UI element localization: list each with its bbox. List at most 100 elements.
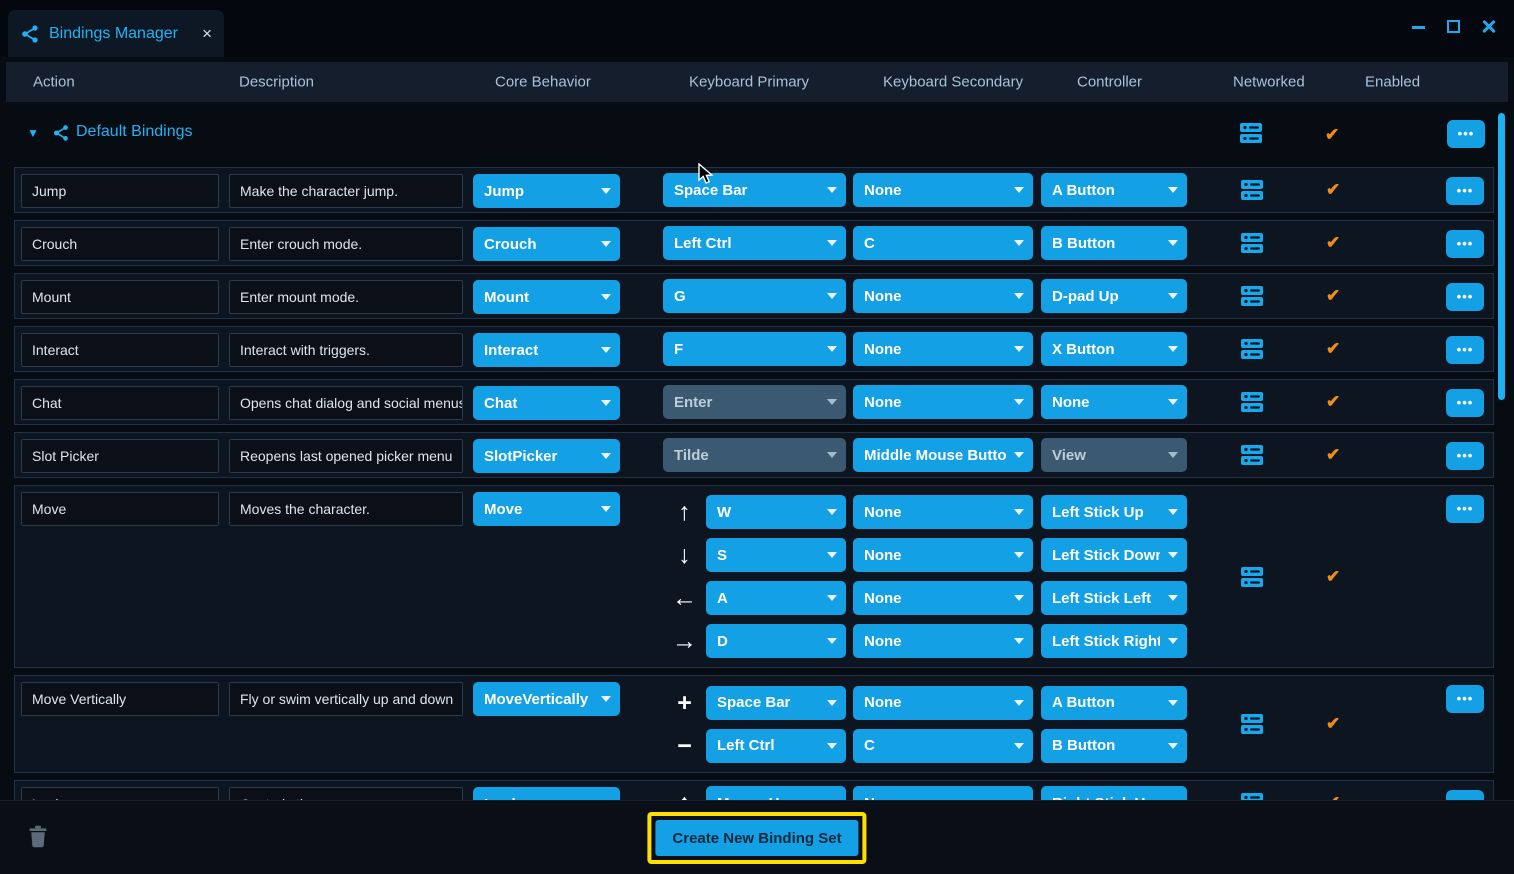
keyboard-secondary-dropdown[interactable]: None xyxy=(853,385,1033,419)
enabled-checkbox[interactable]: ✔ xyxy=(1326,793,1340,800)
keyboard-secondary-dropdown[interactable]: C xyxy=(853,729,1033,763)
keyboard-secondary-dropdown[interactable]: Middle Mouse Button xyxy=(853,438,1033,472)
keyboard-primary-dropdown[interactable]: A xyxy=(706,581,846,615)
description-field[interactable]: Fly or swim vertically up and down xyxy=(229,682,463,716)
core-behavior-dropdown[interactable]: Look xyxy=(473,787,620,800)
enabled-checkbox[interactable]: ✔ xyxy=(1326,233,1340,253)
networked-icon[interactable] xyxy=(1240,713,1264,735)
networked-icon[interactable] xyxy=(1240,285,1264,307)
networked-icon[interactable] xyxy=(1239,122,1263,144)
core-behavior-dropdown[interactable]: Interact xyxy=(473,333,620,367)
keyboard-primary-dropdown[interactable]: G xyxy=(663,279,846,313)
controller-dropdown[interactable]: B Button xyxy=(1041,226,1187,260)
enabled-checkbox[interactable]: ✔ xyxy=(1326,567,1340,587)
controller-dropdown[interactable]: X Button xyxy=(1041,332,1187,366)
description-field[interactable]: Opens chat dialog and social menus xyxy=(229,386,463,420)
tab-close-icon[interactable]: × xyxy=(202,24,212,44)
create-new-binding-set-button[interactable]: Create New Binding Set xyxy=(655,820,858,856)
keyboard-secondary-dropdown[interactable]: C xyxy=(853,226,1033,260)
keyboard-secondary-dropdown[interactable]: None xyxy=(853,332,1033,366)
vertical-scrollbar-thumb[interactable] xyxy=(1498,113,1505,400)
more-options-button[interactable]: ••• xyxy=(1447,120,1485,148)
controller-dropdown[interactable]: D-pad Up xyxy=(1041,279,1187,313)
core-behavior-dropdown[interactable]: Mount xyxy=(473,280,620,314)
tab-bindings-manager[interactable]: Bindings Manager × xyxy=(8,10,224,57)
more-options-button[interactable]: ••• xyxy=(1446,177,1484,205)
networked-icon[interactable] xyxy=(1240,391,1264,413)
networked-icon[interactable] xyxy=(1240,232,1264,254)
description-field[interactable]: Moves the character. xyxy=(229,492,463,526)
description-field[interactable]: Make the character jump. xyxy=(229,174,463,208)
more-options-button[interactable]: ••• xyxy=(1446,790,1484,800)
enabled-checkbox[interactable]: ✔ xyxy=(1326,445,1340,465)
maximize-button[interactable] xyxy=(1445,18,1463,36)
action-field[interactable]: Move Vertically xyxy=(21,682,219,716)
action-field[interactable]: Crouch xyxy=(21,227,219,261)
controller-dropdown[interactable]: Right Stick Up xyxy=(1041,786,1187,800)
minimize-button[interactable] xyxy=(1410,18,1428,36)
keyboard-primary-dropdown[interactable]: Mouse Up xyxy=(706,786,846,800)
core-behavior-dropdown[interactable]: Move xyxy=(473,492,620,526)
trash-icon[interactable] xyxy=(28,825,48,848)
core-behavior-dropdown[interactable]: Chat xyxy=(473,386,620,420)
controller-dropdown[interactable]: None xyxy=(1041,385,1187,419)
core-behavior-dropdown[interactable]: SlotPicker xyxy=(473,439,620,473)
controller-dropdown[interactable]: Left Stick Down xyxy=(1041,538,1187,572)
controller-dropdown[interactable]: B Button xyxy=(1041,729,1187,763)
controller-dropdown[interactable]: Left Stick Left xyxy=(1041,581,1187,615)
keyboard-secondary-dropdown[interactable]: None xyxy=(853,786,1033,800)
networked-icon[interactable] xyxy=(1240,179,1264,201)
keyboard-secondary-dropdown[interactable]: None xyxy=(853,581,1033,615)
keyboard-secondary-dropdown[interactable]: None xyxy=(853,279,1033,313)
core-behavior-dropdown[interactable]: Jump xyxy=(473,174,620,208)
description-field[interactable]: Controls the camera. xyxy=(229,787,463,800)
core-behavior-dropdown[interactable]: MoveVertically xyxy=(473,682,620,716)
networked-icon[interactable] xyxy=(1240,792,1264,800)
enabled-checkbox[interactable]: ✔ xyxy=(1326,339,1340,359)
close-button[interactable] xyxy=(1480,18,1498,36)
keyboard-secondary-dropdown[interactable]: None xyxy=(853,686,1033,720)
more-options-button[interactable]: ••• xyxy=(1446,283,1484,311)
enabled-checkbox[interactable]: ✔ xyxy=(1326,286,1340,306)
more-options-button[interactable]: ••• xyxy=(1446,389,1484,417)
keyboard-secondary-dropdown[interactable]: None xyxy=(853,538,1033,572)
action-field[interactable]: Look xyxy=(21,787,219,800)
core-behavior-dropdown[interactable]: Crouch xyxy=(473,227,620,261)
action-field[interactable]: Chat xyxy=(21,386,219,420)
controller-dropdown[interactable]: Left Stick Right xyxy=(1041,624,1187,658)
keyboard-primary-dropdown[interactable]: Space Bar xyxy=(706,686,846,720)
action-field[interactable]: Move xyxy=(21,492,219,526)
controller-dropdown[interactable]: A Button xyxy=(1041,686,1187,720)
description-field[interactable]: Enter crouch mode. xyxy=(229,227,463,261)
keyboard-secondary-dropdown[interactable]: None xyxy=(853,173,1033,207)
description-field[interactable]: Reopens last opened picker menu xyxy=(229,439,463,473)
keyboard-primary-dropdown[interactable]: S xyxy=(706,538,846,572)
enabled-checkbox[interactable]: ✔ xyxy=(1326,392,1340,412)
more-options-button[interactable]: ••• xyxy=(1446,442,1484,470)
keyboard-primary-dropdown[interactable]: Left Ctrl xyxy=(663,226,846,260)
keyboard-primary-dropdown[interactable]: F xyxy=(663,332,846,366)
more-options-button[interactable]: ••• xyxy=(1446,685,1484,713)
controller-dropdown[interactable]: Left Stick Up xyxy=(1041,495,1187,529)
action-field[interactable]: Interact xyxy=(21,333,219,367)
action-field[interactable]: Mount xyxy=(21,280,219,314)
networked-icon[interactable] xyxy=(1240,566,1264,588)
enabled-checkbox[interactable]: ✔ xyxy=(1326,714,1340,734)
keyboard-secondary-dropdown[interactable]: None xyxy=(853,624,1033,658)
enabled-checkbox[interactable]: ✔ xyxy=(1325,125,1339,145)
keyboard-primary-dropdown[interactable]: W xyxy=(706,495,846,529)
collapse-arrow-icon[interactable]: ▼ xyxy=(27,126,39,140)
networked-icon[interactable] xyxy=(1240,444,1264,466)
keyboard-primary-dropdown[interactable]: Space Bar xyxy=(663,173,846,207)
description-field[interactable]: Interact with triggers. xyxy=(229,333,463,367)
more-options-button[interactable]: ••• xyxy=(1446,495,1484,523)
more-options-button[interactable]: ••• xyxy=(1446,336,1484,364)
description-field[interactable]: Enter mount mode. xyxy=(229,280,463,314)
controller-dropdown[interactable]: A Button xyxy=(1041,173,1187,207)
keyboard-secondary-dropdown[interactable]: None xyxy=(853,495,1033,529)
keyboard-primary-dropdown[interactable]: D xyxy=(706,624,846,658)
networked-icon[interactable] xyxy=(1240,338,1264,360)
enabled-checkbox[interactable]: ✔ xyxy=(1326,180,1340,200)
action-field[interactable]: Slot Picker xyxy=(21,439,219,473)
action-field[interactable]: Jump xyxy=(21,174,219,208)
